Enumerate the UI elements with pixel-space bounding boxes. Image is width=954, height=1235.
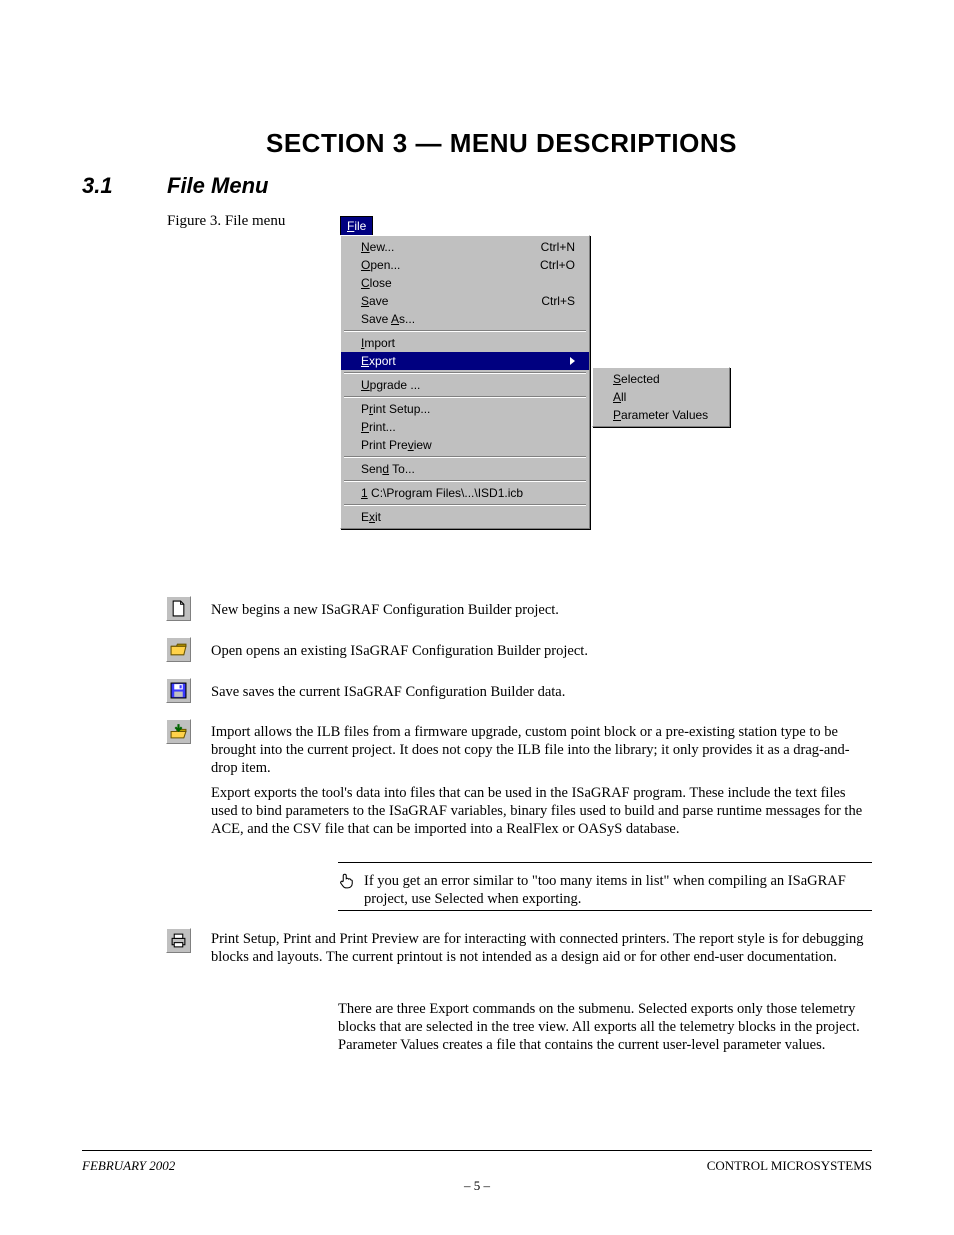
menu-separator bbox=[344, 456, 586, 458]
import-icon bbox=[170, 723, 187, 740]
menu-item-recent-file[interactable]: 1 C:\Program Files\...\ISD1.icb bbox=[341, 484, 589, 502]
desc-export: Export exports the tool's data into file… bbox=[211, 784, 871, 838]
submenu-item-parameter-values[interactable]: Parameter Values bbox=[593, 406, 729, 424]
figure-caption: Figure 3. File menu bbox=[167, 213, 285, 230]
desc-export-sub: There are three Export commands on the s… bbox=[338, 1000, 872, 1054]
menu-separator bbox=[344, 396, 586, 398]
tip-row: If you get an error similar to "too many… bbox=[338, 872, 872, 908]
desc-save: Save saves the current ISaGRAF Configura… bbox=[211, 683, 871, 701]
toolbar-new-button[interactable] bbox=[166, 596, 191, 621]
menu-item-print-setup[interactable]: Print Setup... bbox=[341, 400, 589, 418]
desc-import: Import allows the ILB files from a firmw… bbox=[211, 723, 871, 777]
desc-open: Open opens an existing ISaGRAF Configura… bbox=[211, 642, 871, 660]
toolbar-import-button[interactable] bbox=[166, 719, 191, 744]
menu-item-print[interactable]: Print... bbox=[341, 418, 589, 436]
section-number: 3.1 bbox=[82, 173, 113, 199]
toolbar-open-button[interactable] bbox=[166, 637, 191, 662]
toolbar-save-button[interactable] bbox=[166, 678, 191, 703]
menu-item-export[interactable]: Export bbox=[341, 352, 589, 370]
menu-separator bbox=[344, 480, 586, 482]
footer-rule bbox=[82, 1150, 872, 1151]
save-floppy-icon bbox=[170, 682, 187, 699]
submenu-item-selected[interactable]: Selected bbox=[593, 370, 729, 388]
menu-item-save[interactable]: Save Ctrl+S bbox=[341, 292, 589, 310]
menu-separator bbox=[344, 504, 586, 506]
file-menu-screenshot: File bbox=[340, 216, 373, 236]
toolbar-print-button[interactable] bbox=[166, 928, 191, 953]
menu-item-new[interactable]: New... Ctrl+N bbox=[341, 238, 589, 256]
open-folder-icon bbox=[170, 641, 187, 658]
menu-item-upgrade[interactable]: Upgrade ... bbox=[341, 376, 589, 394]
menu-item-close[interactable]: Close bbox=[341, 274, 589, 292]
menu-item-print-preview[interactable]: Print Preview bbox=[341, 436, 589, 454]
menu-item-exit[interactable]: Exit bbox=[341, 508, 589, 526]
desc-new: New begins a new ISaGRAF Configuration B… bbox=[211, 601, 871, 619]
rule bbox=[338, 910, 872, 911]
menu-item-open[interactable]: Open... Ctrl+O bbox=[341, 256, 589, 274]
footer-date: FEBRUARY 2002 bbox=[82, 1158, 175, 1174]
page-heading: SECTION 3 — MENU DESCRIPTIONS bbox=[266, 128, 737, 159]
new-file-icon bbox=[170, 600, 187, 617]
menubar-file[interactable]: File bbox=[340, 216, 373, 236]
menu-item-save-as[interactable]: Save As... bbox=[341, 310, 589, 328]
pointing-hand-icon bbox=[338, 872, 356, 890]
footer-page-number: – 5 – bbox=[0, 1178, 954, 1194]
submenu-item-all[interactable]: All bbox=[593, 388, 729, 406]
section-title: File Menu bbox=[167, 173, 268, 199]
menu-separator bbox=[344, 372, 586, 374]
submenu-arrow-icon bbox=[570, 357, 575, 365]
desc-print: Print Setup, Print and Print Preview are… bbox=[211, 930, 871, 966]
export-submenu: Selected All Parameter Values bbox=[592, 367, 730, 427]
rule bbox=[338, 862, 872, 863]
menu-separator bbox=[344, 330, 586, 332]
file-dropdown-menu: New... Ctrl+N Open... Ctrl+O Close Save … bbox=[340, 235, 590, 529]
menu-item-import[interactable]: Import bbox=[341, 334, 589, 352]
footer-company: CONTROL MICROSYSTEMS bbox=[707, 1158, 872, 1174]
menu-item-send-to[interactable]: Send To... bbox=[341, 460, 589, 478]
printer-icon bbox=[170, 932, 187, 949]
